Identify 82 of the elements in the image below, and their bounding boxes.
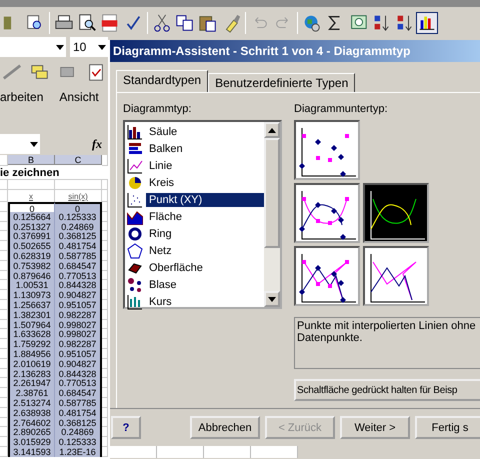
list-item[interactable]: Blase [146,278,264,292]
table-cell: 0.502655 [8,241,55,251]
table-cell: 0.770513 [55,378,102,388]
table-cell: 3.141593 [8,446,55,457]
menu-item[interactable]: arbeiten [0,90,44,104]
list-item[interactable]: Kurs [146,294,264,308]
table-cell: 0.125333 [55,212,102,222]
table-cell: 0.684547 [55,260,102,271]
dialog-button[interactable]: Weiter > [340,416,410,439]
table-cell: 0.879646 [8,270,55,280]
table-cell: 0.24869 [55,222,102,232]
table-cell: 0.684547 [55,388,102,398]
table-cell: 0.951057 [55,300,102,310]
chart-type-label: Diagrammtyp: [123,103,192,115]
sheet-title: ie zeichnen [0,166,108,180]
table-cell: 0.844328 [55,280,102,290]
table-cell: 2.261947 [8,378,55,388]
table-cell: 1.507964 [8,320,55,330]
dialog-button[interactable]: Fertig s [415,416,480,439]
dialog-button[interactable]: Abbrechen [190,416,260,439]
table-cell: 0.951057 [55,348,102,359]
dialog-title: Diagramm-Assistent - Schritt 1 von 4 - Diagrammtyp [110,40,480,62]
table-cell: 0 [55,202,102,212]
chart-type-list[interactable]: Säule Balken Linie Kreis Punkt (XY) Fläche Ring Netz Oberfläche Blase Kurs [123,120,282,309]
table-cell: 0.481754 [55,408,102,418]
table-cell: 0.368125 [55,231,102,242]
table-cell: 2.890265 [8,427,55,438]
table-cell: 1.382301 [8,310,55,320]
table-cell: 1.633628 [8,329,55,340]
table-cell: 0.481754 [55,241,102,251]
tab[interactable]: Standardtypen [116,70,208,92]
table-cell: 0 [8,202,55,212]
table-cell: 0.368125 [55,418,102,428]
table-cell: 2.638938 [8,408,55,418]
table-cell: 0.251327 [8,222,55,232]
table-cell: 0.904827 [55,358,102,369]
table-cell: 2.764602 [8,418,55,428]
list-item[interactable]: Ring [146,226,264,240]
table-cell: 1.884956 [8,348,55,359]
list-item[interactable]: Netz [146,244,264,258]
table-cell: 0.753982 [8,260,55,271]
list-item[interactable]: Fläche [146,210,264,224]
table-cell: 2.38761 [8,388,55,398]
table-cell: 1.23E-16 [55,446,102,457]
tab[interactable]: Benutzerdefinierte Typen [208,73,356,92]
list-item[interactable]: Punkt (XY) [146,192,264,206]
chart-subtype-label: Diagrammuntertyp: [294,103,389,115]
list-item[interactable]: Balken [146,142,264,156]
column-header[interactable]: C [55,155,102,165]
table-cell: 0.376991 [8,231,55,242]
table-cell: 2.136283 [8,368,55,378]
help-button[interactable]: ? [111,416,141,439]
table-cell: 0.125333 [55,437,102,447]
description-text: Punkte mit interpolierten Linien ohne Datenpunkte. [294,317,480,369]
table-cell: 1.00531 [8,280,55,290]
menu-item[interactable]: Ansicht [59,90,99,104]
table-cell: 0.844328 [55,368,102,378]
table-cell: 0.628319 [8,250,55,261]
table-cell: 2.010619 [8,358,55,369]
table-cell: 0.24869 [55,427,102,438]
table-cell: 0.998027 [55,320,102,330]
preview-button[interactable]: Schaltfläche gedrückt halten für Beisp [294,379,480,401]
table-cell: 0.770513 [55,270,102,280]
table-cell: 3.015929 [8,437,55,447]
table-cell: 1.759292 [8,339,55,349]
table-cell: 1.130973 [8,290,55,300]
table-cell: 0.587785 [55,250,102,261]
function-label[interactable]: fx [92,136,102,152]
table-cell: 1.256637 [8,300,55,310]
table-cell: 0.982287 [55,339,102,349]
list-item[interactable]: Oberfläche [146,260,264,274]
list-item[interactable]: Linie [146,158,264,172]
table-cell: 2.513274 [8,398,55,408]
table-cell: 0.904827 [55,290,102,300]
list-item[interactable]: Säule [146,124,264,138]
table-cell: 0.587785 [55,398,102,408]
table-cell: 0.998027 [55,329,102,340]
list-item[interactable]: Kreis [146,176,264,190]
table-cell: 0.982287 [55,310,102,320]
font-size-field[interactable]: 10 [70,37,108,57]
column-header[interactable]: B [8,155,55,165]
table-cell: 0.125664 [8,212,55,222]
